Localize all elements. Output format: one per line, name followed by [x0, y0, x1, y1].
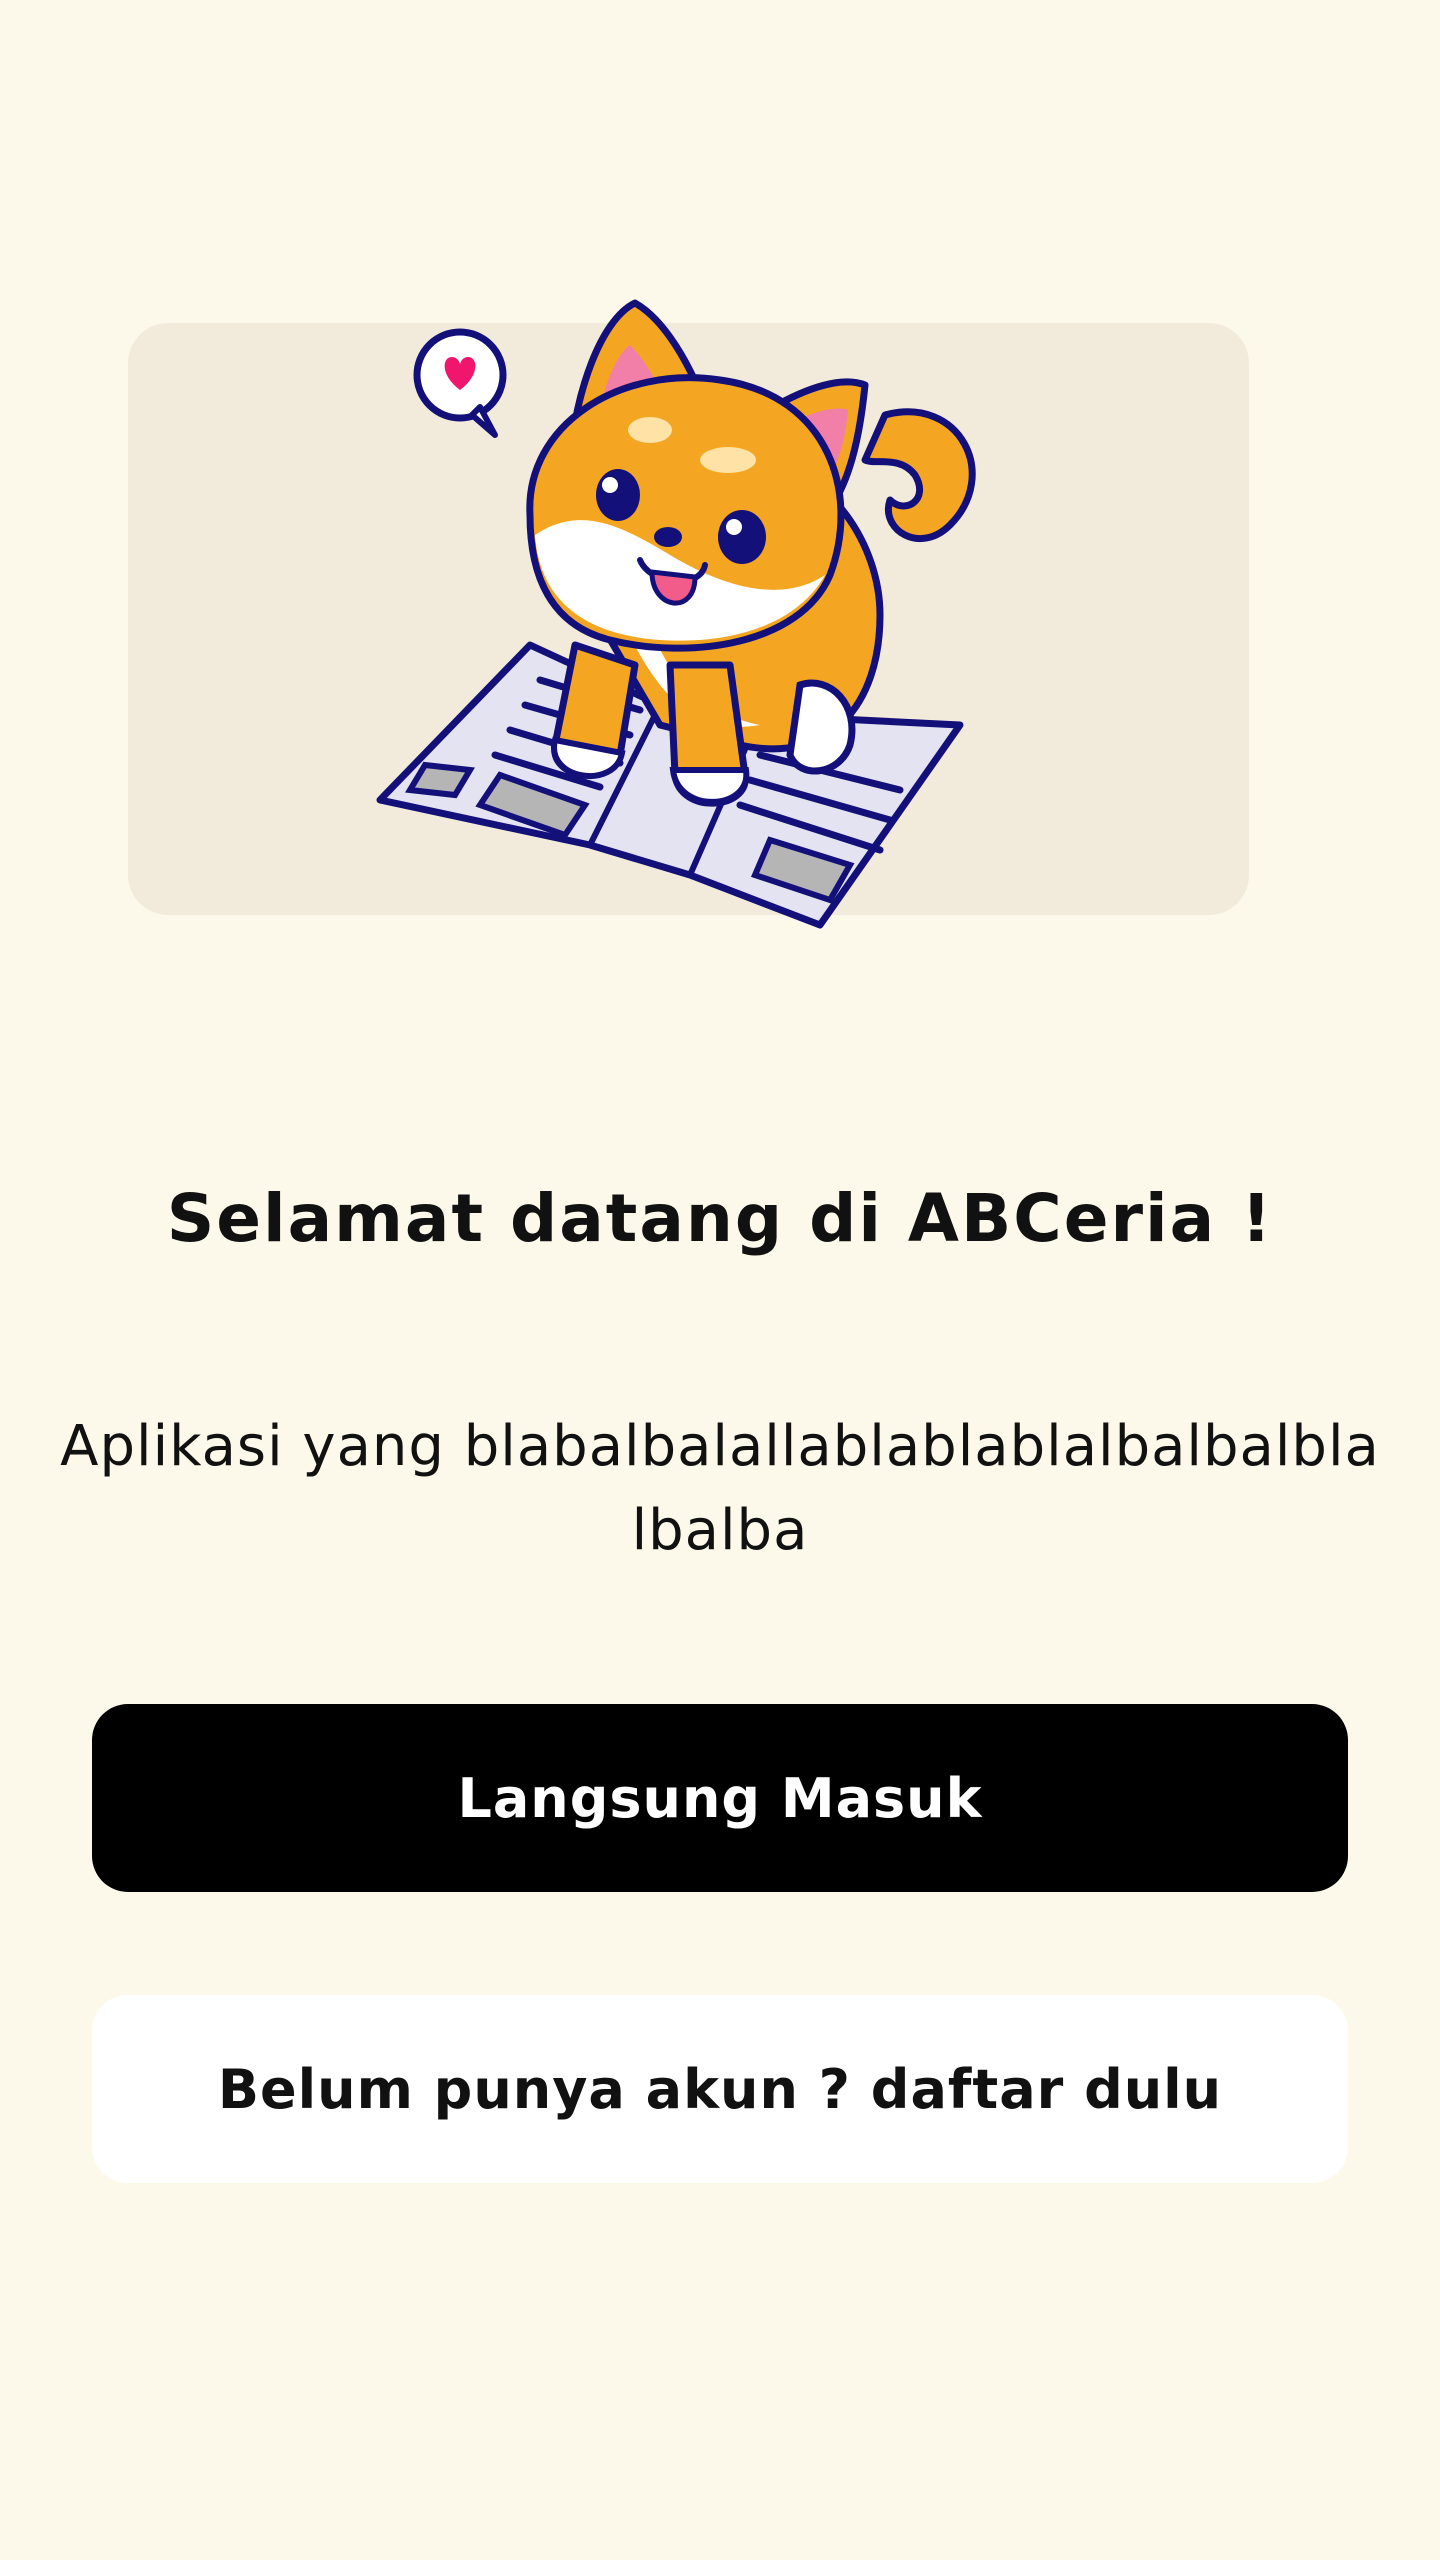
register-button-label: Belum punya akun ? daftar dulu — [217, 2057, 1223, 2121]
heart-speech-bubble — [413, 328, 507, 438]
login-button-label: Langsung Masuk — [457, 1766, 983, 1830]
register-button[interactable]: Belum punya akun ? daftar dulu — [92, 1995, 1348, 2183]
welcome-title: Selamat datang di ABCeria ! — [166, 1180, 1274, 1257]
welcome-subtitle: Aplikasi yang blabalbalallablablablalbal… — [60, 1414, 1380, 1563]
login-button[interactable]: Langsung Masuk — [92, 1704, 1348, 1892]
shiba-dog-illustration — [376, 299, 976, 929]
